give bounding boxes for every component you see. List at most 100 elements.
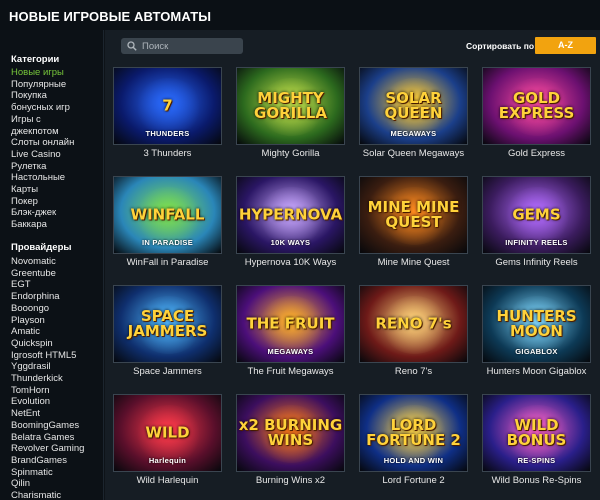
game-tile[interactable]: MIGHTY GORILLA Mighty Gorilla bbox=[236, 67, 345, 176]
sidebar-provider-item[interactable]: BoomingGames bbox=[11, 420, 103, 432]
game-title[interactable]: Lord Fortune 2 bbox=[353, 475, 474, 486]
sidebar-category-item[interactable]: Игры с bbox=[11, 114, 103, 126]
search-box[interactable] bbox=[121, 38, 243, 54]
game-logo-text: GOLD EXPRESS bbox=[498, 89, 575, 122]
game-logo-subtitle: HOLD AND WIN bbox=[383, 456, 444, 465]
game-thumbnail[interactable]: MINE MINE QUEST bbox=[359, 176, 468, 254]
search-input[interactable] bbox=[142, 39, 238, 53]
game-tile[interactable]: LORD FORTUNE 2 HOLD AND WIN Lord Fortune 2 bbox=[359, 394, 468, 500]
game-logo-subtitle: MEGAWAYS bbox=[267, 347, 314, 356]
game-tile[interactable]: x2 BURNING WINS Burning Wins x2 bbox=[236, 394, 345, 500]
game-tile[interactable]: MINE MINE QUEST Mine Mine Quest bbox=[359, 176, 468, 285]
sidebar-provider-item[interactable]: Quickspin bbox=[11, 338, 103, 350]
sort-az-button[interactable]: A-Z bbox=[535, 37, 596, 54]
game-tile[interactable]: GEMS INFINITY REELS Gems Infinity Reels bbox=[482, 176, 591, 285]
game-thumbnail[interactable]: GEMS INFINITY REELS bbox=[482, 176, 591, 254]
game-logo-text: WILD BONUS bbox=[506, 416, 567, 449]
sidebar-provider-item[interactable]: Charismatic bbox=[11, 490, 103, 500]
sidebar-provider-item[interactable]: Playson bbox=[11, 315, 103, 327]
sidebar-category-item[interactable]: Live Casino bbox=[11, 149, 103, 161]
sidebar-provider-item[interactable]: Novomatic bbox=[11, 256, 103, 268]
game-logo-subtitle: MEGAWAYS bbox=[390, 129, 437, 138]
sidebar-provider-item[interactable]: NetEnt bbox=[11, 408, 103, 420]
sidebar-category-item[interactable]: Популярные bbox=[11, 79, 103, 91]
sidebar-provider-item[interactable]: Revolver Gaming bbox=[11, 443, 103, 455]
sort-label: Сортировать по: bbox=[466, 41, 537, 51]
sidebar-category-item[interactable]: Покер bbox=[11, 196, 103, 208]
game-title[interactable]: Hunters Moon Gigablox bbox=[476, 366, 597, 377]
game-thumbnail[interactable]: 7 THUNDERS bbox=[113, 67, 222, 145]
sidebar-provider-item[interactable]: Booongo bbox=[11, 303, 103, 315]
game-tile[interactable]: WINFALL IN PARADISE WinFall in Paradise bbox=[113, 176, 222, 285]
sidebar-category-item[interactable]: Карты bbox=[11, 184, 103, 196]
sidebar-category-item[interactable]: Новые игры bbox=[11, 67, 103, 79]
game-title[interactable]: Mighty Gorilla bbox=[230, 148, 351, 159]
game-title[interactable]: Wild Harlequin bbox=[107, 475, 228, 486]
game-title[interactable]: Space Jammers bbox=[107, 366, 228, 377]
game-title[interactable]: Solar Queen Megaways bbox=[353, 148, 474, 159]
sidebar-provider-item[interactable]: Igrosoft HTML5 bbox=[11, 350, 103, 362]
game-thumbnail[interactable]: GOLD EXPRESS bbox=[482, 67, 591, 145]
game-logo-text: HUNTERS MOON bbox=[496, 307, 577, 340]
sidebar-provider-item[interactable]: Greentube bbox=[11, 268, 103, 280]
game-title[interactable]: 3 Thunders bbox=[107, 148, 228, 159]
game-thumbnail[interactable]: RENO 7's bbox=[359, 285, 468, 363]
game-title[interactable]: WinFall in Paradise bbox=[107, 257, 228, 268]
game-thumbnail[interactable]: WINFALL IN PARADISE bbox=[113, 176, 222, 254]
game-logo-text: RENO 7's bbox=[375, 314, 452, 333]
game-thumbnail[interactable]: HUNTERS MOON GIGABLOX bbox=[482, 285, 591, 363]
game-title[interactable]: Gold Express bbox=[476, 148, 597, 159]
game-tile[interactable]: SPACE JAMMERS Space Jammers bbox=[113, 285, 222, 394]
sidebar-category-item[interactable]: Баккара bbox=[11, 219, 103, 231]
game-title[interactable]: Reno 7's bbox=[353, 366, 474, 377]
game-logo-subtitle: GIGABLOX bbox=[515, 347, 558, 356]
sidebar-category-item[interactable]: Слоты онлайн bbox=[11, 137, 103, 149]
sidebar-provider-item[interactable]: Amatic bbox=[11, 326, 103, 338]
sidebar-category-item[interactable]: Блэк-джек bbox=[11, 207, 103, 219]
game-title[interactable]: Wild Bonus Re-Spins bbox=[476, 475, 597, 486]
game-title[interactable]: The Fruit Megaways bbox=[230, 366, 351, 377]
game-tile[interactable]: THE FRUIT MEGAWAYS The Fruit Megaways bbox=[236, 285, 345, 394]
sidebar-provider-item[interactable]: Thunderkick bbox=[11, 373, 103, 385]
game-tile[interactable]: HYPERNOVA 10K WAYS Hypernova 10K Ways bbox=[236, 176, 345, 285]
sidebar-provider-item[interactable]: Belatra Games bbox=[11, 432, 103, 444]
game-tile[interactable]: 7 THUNDERS 3 Thunders bbox=[113, 67, 222, 176]
sidebar-provider-item[interactable]: Evolution bbox=[11, 396, 103, 408]
game-thumbnail[interactable]: SOLAR QUEEN MEGAWAYS bbox=[359, 67, 468, 145]
game-thumbnail[interactable]: LORD FORTUNE 2 HOLD AND WIN bbox=[359, 394, 468, 472]
sidebar-provider-item[interactable]: Spinmatic bbox=[11, 467, 103, 479]
game-title[interactable]: Hypernova 10K Ways bbox=[230, 257, 351, 268]
game-thumbnail[interactable]: SPACE JAMMERS bbox=[113, 285, 222, 363]
game-tile[interactable]: GOLD EXPRESS Gold Express bbox=[482, 67, 591, 176]
sidebar-provider-item[interactable]: EGT bbox=[11, 279, 103, 291]
sidebar-provider-item[interactable]: TomHorn bbox=[11, 385, 103, 397]
game-title[interactable]: Burning Wins x2 bbox=[230, 475, 351, 486]
game-tile[interactable]: HUNTERS MOON GIGABLOX Hunters Moon Gigablo… bbox=[482, 285, 591, 394]
game-tile[interactable]: RENO 7's Reno 7's bbox=[359, 285, 468, 394]
sidebar-provider-item[interactable]: BrandGames bbox=[11, 455, 103, 467]
game-thumbnail[interactable]: WILD Harlequin bbox=[113, 394, 222, 472]
game-tile[interactable]: WILD BONUS RE-SPINS Wild Bonus Re-Spins bbox=[482, 394, 591, 500]
game-logo-text: WILD bbox=[145, 423, 190, 442]
game-thumbnail[interactable]: HYPERNOVA 10K WAYS bbox=[236, 176, 345, 254]
game-thumbnail[interactable]: THE FRUIT MEGAWAYS bbox=[236, 285, 345, 363]
sidebar-provider-item[interactable]: Yggdrasil bbox=[11, 361, 103, 373]
game-thumbnail[interactable]: WILD BONUS RE-SPINS bbox=[482, 394, 591, 472]
sidebar-category-item[interactable]: Покупка bbox=[11, 90, 103, 102]
game-thumbnail[interactable]: x2 BURNING WINS bbox=[236, 394, 345, 472]
sidebar: Категории Новые игры Популярные Покупка бон… bbox=[0, 30, 104, 500]
game-title[interactable]: Gems Infinity Reels bbox=[476, 257, 597, 268]
sidebar-category-item[interactable]: Настольные bbox=[11, 172, 103, 184]
games-grid: 7 THUNDERS 3 Thunders MIGHTY GORILLA Mighty … bbox=[113, 67, 596, 500]
sidebar-provider-item[interactable]: Endorphina bbox=[11, 291, 103, 303]
categories-list: Новые игры Популярные Покупка бонусных игр И… bbox=[11, 67, 103, 231]
game-tile[interactable]: SOLAR QUEEN MEGAWAYS Solar Queen Megaways bbox=[359, 67, 468, 176]
sidebar-category-item[interactable]: бонусных игр bbox=[11, 102, 103, 114]
sidebar-provider-item[interactable]: Qilin bbox=[11, 478, 103, 490]
game-thumbnail[interactable]: MIGHTY GORILLA bbox=[236, 67, 345, 145]
sidebar-category-item[interactable]: джекпотом bbox=[11, 126, 103, 138]
game-title[interactable]: Mine Mine Quest bbox=[353, 257, 474, 268]
providers-heading: Провайдеры bbox=[11, 242, 72, 253]
game-tile[interactable]: WILD Harlequin Wild Harlequin bbox=[113, 394, 222, 500]
sidebar-category-item[interactable]: Рулетка bbox=[11, 161, 103, 173]
